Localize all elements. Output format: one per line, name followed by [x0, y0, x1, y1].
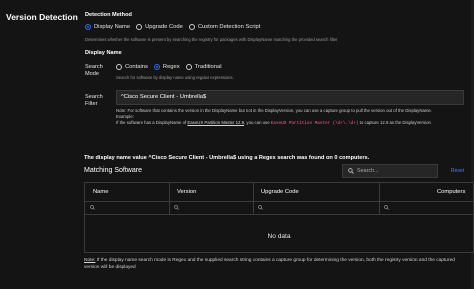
radio-label: Contains [125, 64, 148, 70]
detection-method-label: Detection Method [85, 12, 132, 18]
search-filter-label: Search Filter [85, 94, 103, 107]
example-text: If the software has a DisplayName of Eas… [116, 120, 468, 127]
radio-unselected-icon [136, 24, 143, 30]
radio-unselected-icon [116, 64, 122, 70]
radio-regex[interactable]: Regex [153, 64, 180, 70]
radio-label: Custom Detection Script [197, 24, 261, 30]
example-code: EaseUS Partition Master (\d+\.\d+) [270, 121, 359, 126]
search-mode-label: Search Mode [85, 64, 103, 77]
matching-search-input[interactable]: Search... [342, 164, 438, 178]
search-icon [348, 168, 354, 174]
radio-selected-icon [153, 64, 160, 70]
reset-button[interactable]: Reset [451, 168, 464, 174]
search-mode-options: Contains Regex Traditional [116, 64, 222, 70]
search-placeholder: Search... [357, 168, 379, 174]
display-name-label: Display Name [85, 50, 122, 56]
detection-method-help: Determines whether the software is prese… [85, 37, 338, 42]
filter-search-icon[interactable] [90, 205, 95, 212]
column-header-computers[interactable]: Computers [437, 189, 465, 195]
column-header-name[interactable]: Name [93, 189, 108, 195]
radio-custom-detection-script[interactable]: Custom Detection Script [188, 24, 261, 30]
example-link[interactable]: EaseUS Partition Master 12.9 [187, 120, 244, 125]
table-filter-row [85, 202, 473, 215]
search-mode-help: Search for software by display name usin… [116, 75, 234, 80]
bottom-note-text: If the display name search mode is Regex… [84, 258, 455, 270]
radio-label: Regex [162, 64, 180, 70]
radio-upgrade-code[interactable]: Upgrade Code [136, 24, 183, 30]
radio-contains[interactable]: Contains [116, 64, 148, 70]
column-header-version[interactable]: Version [177, 189, 196, 195]
radio-display-name[interactable]: Display Name [85, 24, 130, 30]
filter-search-icon[interactable] [258, 205, 263, 212]
column-header-upgrade-code[interactable]: Upgrade Code [261, 189, 299, 195]
table-header: Name Version Upgrade Code Computers [85, 183, 473, 202]
filter-search-icon[interactable] [174, 205, 179, 212]
no-data-text: No data [267, 233, 291, 240]
search-result-text: The display name value ^Cisco Secure Cli… [84, 155, 370, 161]
radio-unselected-icon [185, 64, 192, 70]
radio-label: Traditional [194, 64, 222, 70]
detection-method-options: Display Name Upgrade Code Custom Detecti… [85, 24, 260, 30]
filter-search-icon[interactable] [384, 205, 389, 212]
radio-label: Display Name [94, 24, 131, 30]
example-prefix: If the software has a DisplayName of [116, 120, 188, 125]
radio-label: Upgrade Code [145, 24, 183, 30]
example-mid: , you can use [244, 120, 271, 125]
bottom-note: Note: If the display name search mode is… [84, 257, 468, 271]
matching-software-table: Name Version Upgrade Code Computers No d… [84, 182, 474, 253]
example-suffix: to capture 12.9 as the DisplayVersion [358, 120, 431, 125]
radio-unselected-icon [188, 24, 195, 30]
capture-group-note: Note: For software that contains the ver… [116, 108, 432, 113]
search-filter-input[interactable]: ^Cisco Secure Client - Umbrella$ [116, 90, 464, 105]
matching-software-title: Matching Software [84, 167, 142, 174]
bottom-note-prefix: Note: [84, 258, 96, 263]
search-filter-note: Note: For software that contains the ver… [116, 108, 468, 127]
radio-selected-icon [85, 24, 91, 30]
radio-traditional[interactable]: Traditional [185, 64, 222, 70]
section-title: Version Detection [6, 12, 78, 22]
